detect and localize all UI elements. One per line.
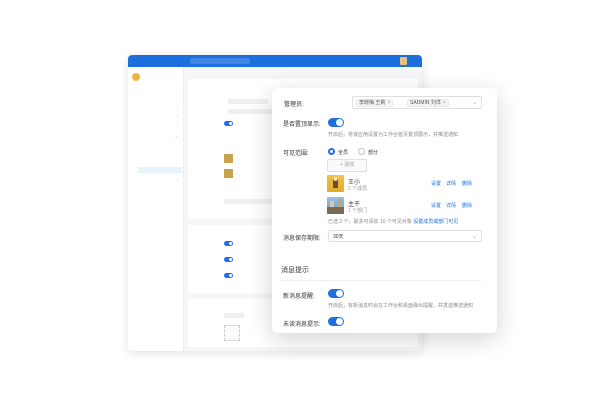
new-message-toggle[interactable] xyxy=(328,289,344,298)
chevron-down-icon: ⌄ xyxy=(174,133,178,138)
section-divider xyxy=(281,280,481,281)
chevron-right-icon: › xyxy=(176,123,178,128)
sidebar: › › › › ⌄ › xyxy=(128,67,184,351)
upload-box[interactable] xyxy=(224,325,240,341)
sidebar-subitem[interactable] xyxy=(142,151,180,157)
expire-select[interactable]: 30天 ⌄ xyxy=(328,230,482,242)
members-hint: 已选 2 个，最多可添加 10 个可见对象 设置成员或部门可见 xyxy=(328,219,459,225)
sidebar-item[interactable]: › xyxy=(132,113,180,120)
member-avatar xyxy=(327,197,344,214)
member-delete-link[interactable]: 删除 xyxy=(462,180,472,187)
notify-section-title: 消息提示 xyxy=(281,267,309,274)
member-delete-link[interactable]: 删除 xyxy=(462,202,472,209)
new-message-label: 新消息提醒: xyxy=(283,294,315,300)
sidebar-subitem[interactable] xyxy=(142,143,180,149)
chevron-right-icon: › xyxy=(176,113,178,118)
pin-toggle[interactable] xyxy=(328,118,344,127)
member-meta: 2 个成员 xyxy=(348,186,368,192)
mini-toggle[interactable] xyxy=(224,121,233,126)
member-detail-link[interactable]: 详情 xyxy=(446,180,456,187)
admin-tag[interactable]: SADMIN 刘洋 × xyxy=(407,99,449,107)
field-value xyxy=(224,313,244,318)
unread-toggle[interactable] xyxy=(328,317,344,326)
global-search-input[interactable] xyxy=(190,58,250,64)
radio-all[interactable] xyxy=(328,148,335,155)
sidebar-item[interactable]: › xyxy=(132,93,180,100)
expire-value: 30天 xyxy=(333,234,344,240)
chevron-right-icon: › xyxy=(176,177,178,182)
admins-select[interactable]: 李晓梅 王莉 × SADMIN 刘洋 × ⌄ xyxy=(352,96,482,109)
chevron-down-icon: ⌄ xyxy=(471,234,477,240)
chevron-down-icon: ⌄ xyxy=(471,100,477,106)
admins-label: 管理员: xyxy=(284,102,304,108)
member-settings-link[interactable]: 设置 xyxy=(431,180,441,187)
sidebar-item[interactable]: › xyxy=(132,103,180,110)
field-value xyxy=(228,99,268,104)
top-navigation-bar xyxy=(128,55,422,67)
mini-toggle[interactable] xyxy=(224,241,233,246)
expire-label: 消息保存期限: xyxy=(283,236,321,242)
sidebar-item[interactable]: › xyxy=(132,123,180,130)
visibility-label: 可见范围: xyxy=(283,151,309,157)
pin-label: 是否置顶显示: xyxy=(283,122,321,128)
admin-tag[interactable]: 李晓梅 王莉 × xyxy=(356,99,394,107)
field-value xyxy=(224,199,274,204)
close-icon[interactable]: × xyxy=(387,100,390,106)
members-hint-link[interactable]: 设置成员或部门可见 xyxy=(413,219,458,225)
sidebar-subitem-active[interactable] xyxy=(138,167,182,173)
member-avatar xyxy=(327,175,344,192)
org-avatar xyxy=(132,73,140,81)
new-message-hint: 开启后，有新消息时会在工作台和桌面弹出提醒，并发送推送通知 xyxy=(328,303,474,309)
mini-thumbnail xyxy=(224,154,233,163)
radio-partial[interactable] xyxy=(358,148,365,155)
sidebar-item[interactable]: › xyxy=(132,177,180,184)
radio-all-label: 全员 xyxy=(338,150,349,156)
pin-hint: 开启后，将该应用设置为工作台首页置顶展示，并推送通知 xyxy=(328,132,459,138)
close-icon[interactable]: × xyxy=(443,100,446,106)
user-avatar[interactable] xyxy=(400,57,407,65)
chevron-right-icon: › xyxy=(176,103,178,108)
member-meta: 1 个部门 xyxy=(348,208,368,214)
screenshot-stage: › › › › ⌄ › 管理员: 李晓梅 王莉 × SADMIN 刘洋 × ⌄ … xyxy=(0,0,612,400)
mini-toggle[interactable] xyxy=(224,257,233,262)
member-detail-link[interactable]: 详情 xyxy=(446,202,456,209)
unread-label: 未读消息提示: xyxy=(283,322,321,328)
mini-toggle[interactable] xyxy=(224,273,233,278)
member-settings-link[interactable]: 设置 xyxy=(431,202,441,209)
sidebar-subitem[interactable] xyxy=(142,159,180,165)
radio-partial-label: 部分 xyxy=(368,150,379,156)
sidebar-item-apps[interactable]: ⌄ xyxy=(132,133,180,140)
mini-thumbnail xyxy=(224,169,233,178)
chevron-right-icon: › xyxy=(176,93,178,98)
add-member-button[interactable]: + 添加 xyxy=(327,159,367,172)
